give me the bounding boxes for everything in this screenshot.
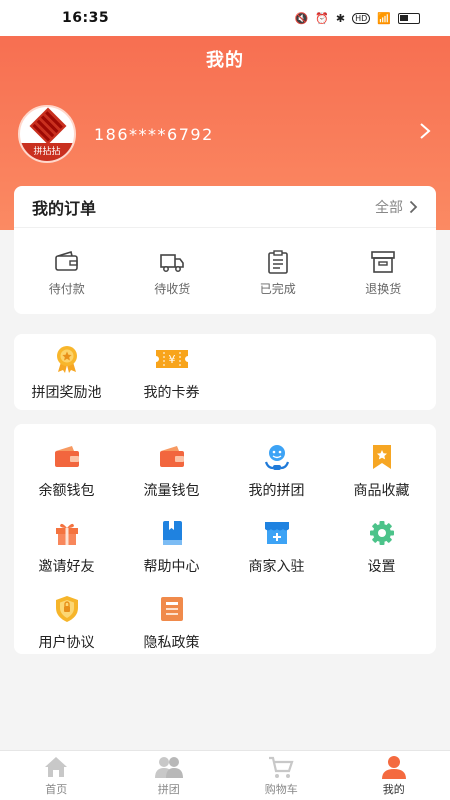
phone-number: 186****6792 bbox=[94, 124, 214, 144]
svg-text:¥: ¥ bbox=[168, 353, 175, 366]
balance-wallet-item[interactable]: 余额钱包 bbox=[14, 442, 119, 500]
avatar-logo-text: 拼拈拈 bbox=[20, 143, 74, 161]
group-icon bbox=[262, 442, 292, 472]
tab-group[interactable]: 拼团 bbox=[113, 751, 226, 800]
logo-diamond-icon bbox=[29, 107, 67, 145]
tools-card: 余额钱包 流量钱包 我的拼团 商品收藏 邀请好友 帮助中心 商家入驻 设置 用户… bbox=[14, 424, 436, 654]
battery-icon bbox=[398, 12, 420, 24]
orders-card: 我的订单 全部 待付款 待收货 已完成 退换货 bbox=[14, 186, 436, 314]
order-completed[interactable]: 已完成 bbox=[225, 250, 331, 297]
gear-icon bbox=[367, 518, 397, 548]
hd-icon: HD bbox=[352, 12, 371, 24]
tab-home[interactable]: 首页 bbox=[0, 751, 113, 800]
gift-icon bbox=[52, 518, 82, 548]
orders-all-label: 全部 bbox=[375, 199, 403, 216]
shield-icon bbox=[52, 594, 82, 624]
coupon-icon: ¥ bbox=[154, 344, 190, 374]
orders-row: 待付款 待收货 已完成 退换货 bbox=[14, 228, 436, 297]
wallet-icon bbox=[52, 442, 82, 472]
tab-cart[interactable]: 购物车 bbox=[225, 751, 338, 800]
grid-label: 商家入驻 bbox=[248, 559, 305, 575]
coupons-item[interactable]: ¥ 我的卡券 bbox=[119, 344, 224, 410]
store-icon bbox=[262, 518, 292, 548]
chevron-right-icon[interactable] bbox=[412, 121, 432, 147]
avatar[interactable]: 拼拈拈 bbox=[18, 105, 76, 163]
traffic-wallet-item[interactable]: 流量钱包 bbox=[119, 442, 224, 500]
privacy-policy-item[interactable]: 隐私政策 bbox=[119, 594, 224, 652]
grid-label: 帮助中心 bbox=[143, 559, 200, 575]
document-icon bbox=[157, 594, 187, 624]
person-icon bbox=[381, 755, 406, 779]
grid-label: 设置 bbox=[367, 559, 396, 575]
order-label: 退换货 bbox=[365, 282, 402, 296]
status-time: 16:35 bbox=[62, 10, 110, 26]
status-bar: 16:35 🔇 ⏰ ✱ HD 📶 bbox=[0, 0, 450, 36]
book-icon bbox=[157, 518, 187, 548]
page-title: 我的 bbox=[206, 50, 244, 71]
cart-icon bbox=[269, 756, 294, 778]
wallet-icon bbox=[54, 250, 78, 271]
user-agreement-item[interactable]: 用户协议 bbox=[14, 594, 119, 652]
reward-pool-item[interactable]: 拼团奖励池 bbox=[14, 344, 119, 410]
order-label: 已完成 bbox=[259, 282, 296, 296]
truck-icon bbox=[160, 254, 185, 272]
invite-friends-item[interactable]: 邀请好友 bbox=[14, 518, 119, 576]
tools-grid: 余额钱包 流量钱包 我的拼团 商品收藏 邀请好友 帮助中心 商家入驻 设置 用户… bbox=[14, 442, 436, 652]
signal-icon: 📶 bbox=[377, 11, 391, 25]
tab-label: 我的 bbox=[382, 782, 405, 796]
order-pending-payment[interactable]: 待付款 bbox=[14, 250, 120, 297]
order-label: 待收货 bbox=[154, 282, 191, 296]
home-icon bbox=[45, 756, 68, 777]
tab-bar: 首页 拼团 购物车 我的 bbox=[0, 750, 450, 800]
users-icon bbox=[154, 756, 183, 778]
mute-icon: 🔇 bbox=[294, 11, 309, 25]
my-group-item[interactable]: 我的拼团 bbox=[224, 442, 329, 500]
grid-label: 商品收藏 bbox=[353, 483, 410, 499]
order-returns[interactable]: 退换货 bbox=[331, 250, 437, 297]
orders-header: 我的订单 全部 bbox=[14, 186, 436, 228]
orders-title: 我的订单 bbox=[32, 198, 97, 218]
order-pending-receipt[interactable]: 待收货 bbox=[120, 250, 226, 297]
grid-label: 流量钱包 bbox=[143, 483, 200, 499]
favorites-item[interactable]: 商品收藏 bbox=[329, 442, 434, 500]
tab-label: 购物车 bbox=[264, 782, 298, 796]
order-label: 待付款 bbox=[48, 282, 85, 296]
rewards-card: 拼团奖励池 ¥ 我的卡券 bbox=[14, 334, 436, 410]
bluetooth-icon: ✱ bbox=[335, 11, 346, 25]
status-icons: 🔇 ⏰ ✱ HD 📶 bbox=[294, 12, 420, 25]
box-icon bbox=[371, 251, 396, 273]
merchant-join-item[interactable]: 商家入驻 bbox=[224, 518, 329, 576]
grid-label: 余额钱包 bbox=[38, 483, 95, 499]
tab-label: 首页 bbox=[45, 782, 68, 796]
wallet-icon bbox=[157, 442, 187, 472]
bookmark-star-icon bbox=[367, 442, 397, 472]
settings-item[interactable]: 设置 bbox=[329, 518, 434, 576]
help-center-item[interactable]: 帮助中心 bbox=[119, 518, 224, 576]
chevron-right-icon bbox=[409, 200, 418, 213]
profile-row[interactable]: 拼拈拈 186****6792 bbox=[18, 105, 432, 163]
tab-label: 拼团 bbox=[157, 782, 180, 796]
clipboard-icon bbox=[267, 250, 288, 274]
grid-label: 拼团奖励池 bbox=[31, 385, 102, 401]
grid-label: 隐私政策 bbox=[143, 635, 200, 651]
grid-label: 我的拼团 bbox=[248, 483, 305, 499]
alarm-icon: ⏰ bbox=[315, 11, 329, 25]
grid-label: 邀请好友 bbox=[38, 559, 95, 575]
grid-label: 用户协议 bbox=[38, 635, 95, 651]
orders-all-link[interactable]: 全部 bbox=[375, 197, 418, 217]
tab-mine[interactable]: 我的 bbox=[338, 751, 450, 800]
grid-label: 我的卡券 bbox=[143, 385, 200, 401]
medal-icon bbox=[52, 344, 82, 374]
